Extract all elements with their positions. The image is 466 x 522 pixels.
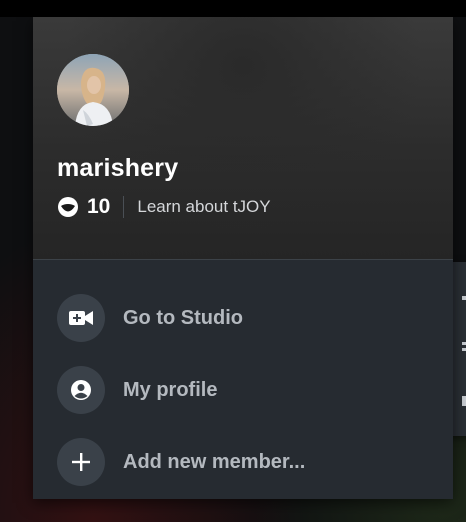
coin-count: 10 [87, 195, 111, 218]
profile-dropdown-menu: marishery 10 Learn about tJOY Go to Stud… [33, 17, 453, 499]
profile-header: marishery 10 Learn about tJOY [33, 17, 453, 260]
top-bar [0, 0, 466, 17]
learn-about-link[interactable]: Learn about tJOY [137, 197, 270, 217]
my-profile-item[interactable]: My profile [33, 354, 453, 426]
stats-divider [123, 196, 125, 218]
video-camera-plus-icon [57, 294, 105, 342]
go-to-studio-item[interactable]: Go to Studio [33, 282, 453, 354]
menu-item-label: Add new member... [123, 450, 306, 473]
side-panel-mark [462, 348, 466, 351]
menu-item-label: Go to Studio [123, 306, 243, 329]
user-circle-icon [57, 366, 105, 414]
avatar[interactable] [57, 54, 129, 126]
menu-list: Go to Studio My profile Add new member..… [33, 260, 453, 498]
add-new-member-item[interactable]: Add new member... [33, 426, 453, 498]
tjoy-coin-icon [57, 196, 79, 218]
side-panel-mark [462, 342, 466, 345]
side-panel-mark [462, 296, 466, 300]
stats-row: 10 Learn about tJOY [57, 194, 271, 220]
plus-icon [57, 438, 105, 486]
side-panel-mark [462, 396, 466, 406]
username: marishery [57, 154, 179, 182]
menu-item-label: My profile [123, 378, 218, 401]
